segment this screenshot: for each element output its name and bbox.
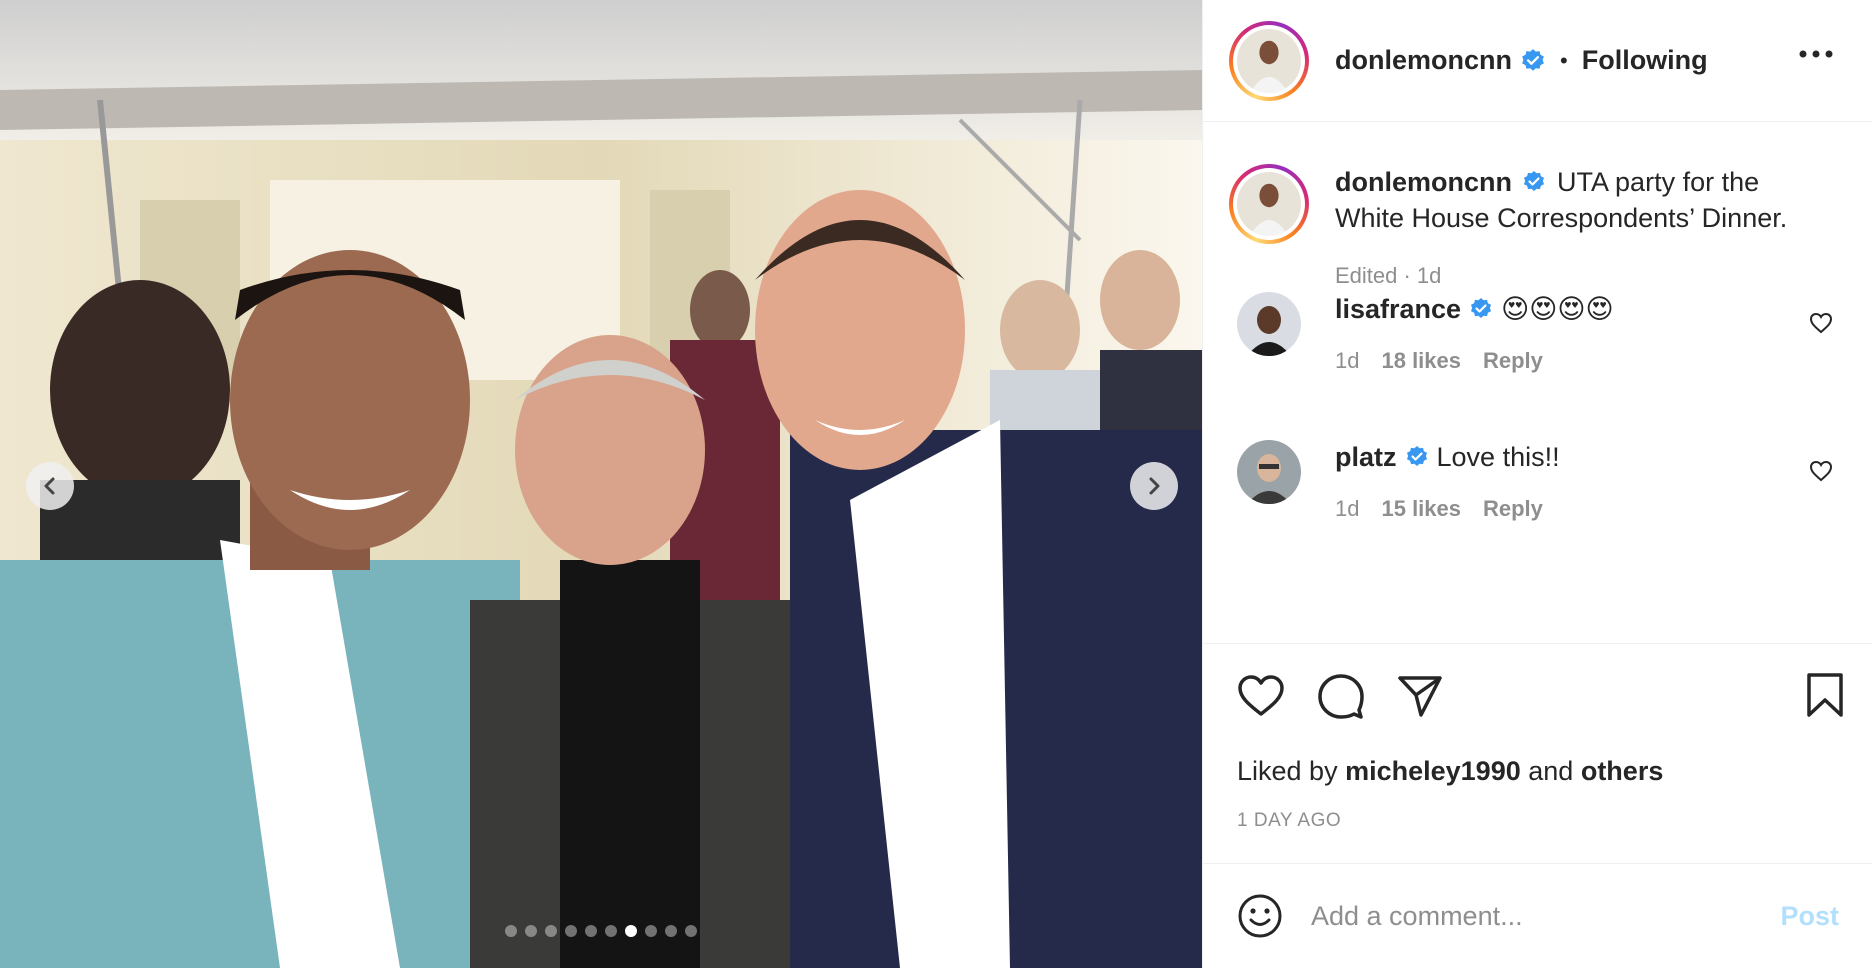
verified-badge-icon [1471, 298, 1492, 318]
post-comment-button[interactable]: Post [1780, 901, 1839, 932]
carousel-dot [525, 925, 537, 937]
story-ring[interactable] [1229, 20, 1309, 101]
like-heart-icon[interactable] [1237, 674, 1285, 718]
verified-badge-icon [1522, 48, 1544, 71]
caption-username[interactable]: donlemoncnn [1335, 167, 1512, 197]
header-username[interactable]: donlemoncnn [1335, 45, 1512, 76]
caption-story-ring[interactable] [1229, 164, 1309, 244]
comment-avatar[interactable] [1237, 440, 1301, 504]
post-caption: donlemoncnn UTA party for the White Hous… [1229, 164, 1835, 294]
more-horizontal-icon[interactable] [1799, 50, 1833, 58]
instagram-post: donlemoncnn • Following donlemoncnn UTA … [0, 0, 1872, 968]
chevron-right-icon [1149, 477, 1160, 495]
carousel-dot [585, 925, 597, 937]
heart-icon[interactable] [1809, 460, 1833, 482]
chevron-left-icon [44, 477, 55, 495]
caption-avatar [1237, 172, 1301, 236]
liked-by-prefix: Liked by [1237, 756, 1338, 786]
carousel-dot [545, 925, 557, 937]
carousel-dot [665, 925, 677, 937]
post-side-panel: donlemoncnn • Following donlemoncnn UTA … [1202, 0, 1872, 968]
post-actions: Liked by micheley1990 and others 1 DAY A… [1203, 643, 1872, 863]
comment-item: platz Love this!! 1d 15 likes Reply [1237, 440, 1847, 522]
post-photo [0, 0, 1202, 968]
reply-button[interactable]: Reply [1483, 348, 1543, 374]
post-media [0, 0, 1202, 968]
liked-by-and: and [1528, 756, 1574, 786]
comment-age: 1d [1335, 496, 1360, 521]
comment-likes[interactable]: 18 likes [1381, 348, 1461, 374]
header-separator: • [1560, 47, 1568, 73]
heart-icon[interactable] [1809, 312, 1833, 334]
comment-bubble-icon[interactable] [1317, 672, 1365, 720]
liked-by-others[interactable]: others [1581, 756, 1664, 786]
bookmark-icon[interactable] [1806, 672, 1844, 718]
post-header: donlemoncnn • Following [1203, 0, 1872, 122]
carousel-dot [565, 925, 577, 937]
comment-avatar[interactable] [1237, 292, 1301, 356]
likes-summary: Liked by micheley1990 and others [1237, 756, 1663, 787]
comment-input[interactable] [1311, 900, 1761, 932]
emoji-icon[interactable] [1237, 893, 1283, 939]
carousel-dot-active [625, 925, 637, 937]
liked-by-user[interactable]: micheley1990 [1345, 756, 1521, 786]
following-button[interactable]: Following [1582, 45, 1708, 76]
previous-photo-button[interactable] [26, 462, 74, 510]
carousel-dot [505, 925, 517, 937]
caption-meta: Edited · 1d [1335, 263, 1442, 288]
comment-text: Love this!! [1436, 442, 1560, 472]
verified-badge-icon [1523, 170, 1544, 191]
comment-likes[interactable]: 15 likes [1381, 496, 1461, 522]
share-send-icon[interactable] [1397, 674, 1443, 718]
comments-list: donlemoncnn UTA party for the White Hous… [1203, 122, 1872, 642]
comment-username[interactable]: lisafrance [1335, 292, 1461, 326]
post-timestamp[interactable]: 1 DAY AGO [1237, 810, 1341, 832]
comment-age: 1d [1335, 348, 1360, 373]
verified-badge-icon [1406, 446, 1427, 466]
reply-button[interactable]: Reply [1483, 496, 1543, 522]
carousel-dot [685, 925, 697, 937]
next-photo-button[interactable] [1130, 462, 1178, 510]
comment-text: 😍😍😍😍 [1501, 294, 1614, 324]
add-comment-bar: Post [1203, 863, 1872, 968]
comment-item: lisafrance 😍😍😍😍 1d 18 likes Reply [1237, 292, 1847, 374]
carousel-dot [645, 925, 657, 937]
comment-username[interactable]: platz [1335, 440, 1397, 474]
avatar [1237, 28, 1301, 93]
carousel-dot [605, 925, 617, 937]
carousel-indicator [0, 925, 1202, 937]
